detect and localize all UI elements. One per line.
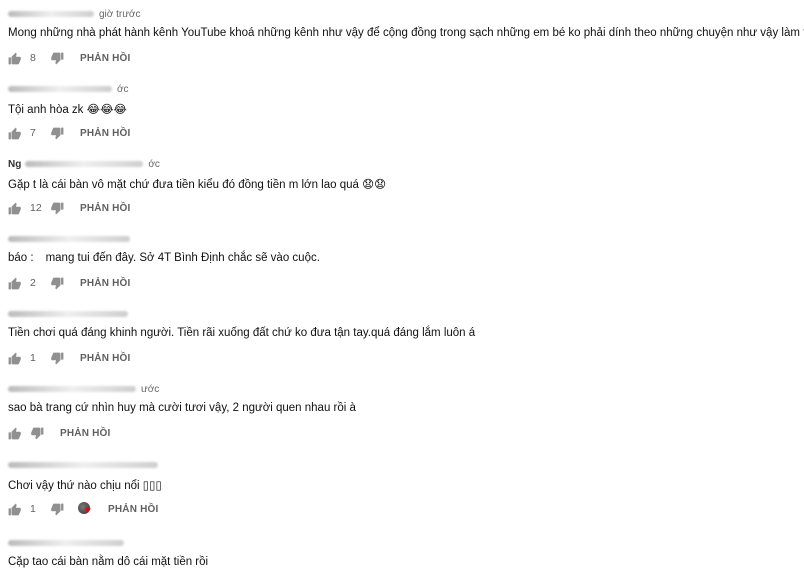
reply-button[interactable]: PHẢN HỒI xyxy=(80,203,131,214)
thumbs-down-icon[interactable] xyxy=(50,202,64,215)
comment-text-part: báo : xyxy=(8,252,34,264)
heart-icon: ♥ xyxy=(85,505,91,516)
like-count: 8 xyxy=(30,52,36,64)
comment-meta xyxy=(8,458,163,472)
comment-text: Tội anh hòa zk 😂😂😂 xyxy=(8,104,127,116)
thumbs-up-icon[interactable] xyxy=(8,352,22,365)
comment-text: Mong những nhà phát hành kênh YouTube kh… xyxy=(8,27,804,39)
blurred-author xyxy=(8,311,128,317)
thumbs-up-icon[interactable] xyxy=(8,503,22,516)
thumbs-up-icon[interactable] xyxy=(8,127,22,140)
thumbs-down-icon[interactable] xyxy=(50,352,64,365)
comment-text: Chơi vậy thứ nào chịu nổi ▯▯▯ xyxy=(8,480,162,492)
comment-meta xyxy=(8,536,129,550)
like-count: 12 xyxy=(30,202,42,214)
comment-actions: 7 PHẢN HỒI xyxy=(8,125,131,141)
blurred-author xyxy=(25,161,144,167)
comment-actions: 1 PHẢN HỒI xyxy=(8,350,131,366)
thumbs-up-icon[interactable] xyxy=(8,202,22,215)
comment-text: Gặp t là cái bàn vô mặt chứ đưa tiền kiể… xyxy=(8,179,387,191)
comment-actions: 1 ♥ PHẢN HỒI xyxy=(8,501,159,517)
comment-actions: 2 PHẢN HỒI xyxy=(8,275,131,291)
reply-button[interactable]: PHẢN HỒI xyxy=(80,353,131,364)
comment-text-part: mang tui đến đây. Sở 4T Bình Định chắc s… xyxy=(45,252,320,264)
comment-author[interactable]: Ng xyxy=(8,159,21,170)
comment-time: ớc xyxy=(117,83,129,95)
comment-text: báo : mang tui đến đây. Sở 4T Bình Định c… xyxy=(8,252,320,264)
blurred-author xyxy=(8,386,136,392)
blurred-author xyxy=(8,462,158,468)
thumbs-down-icon[interactable] xyxy=(50,127,64,140)
reply-button[interactable]: PHẢN HỒI xyxy=(108,504,159,515)
thumbs-down-icon[interactable] xyxy=(50,277,64,290)
thumbs-up-icon[interactable] xyxy=(8,427,22,440)
reply-button[interactable]: PHẢN HỒI xyxy=(80,128,131,139)
comment-actions: 8 PHẢN HỒI xyxy=(8,50,131,66)
blurred-author xyxy=(8,86,112,92)
thumbs-up-icon[interactable] xyxy=(8,52,22,65)
reply-button[interactable]: PHẢN HỒI xyxy=(80,278,131,289)
thumbs-down-icon[interactable] xyxy=(50,503,64,516)
comment-text: sao bà trang cứ nhìn huy mà cười tươi vậ… xyxy=(8,402,356,414)
blurred-author xyxy=(8,236,130,242)
like-count: 1 xyxy=(30,503,36,515)
like-count: 2 xyxy=(30,277,36,289)
creator-heart-icon: ♥ xyxy=(78,502,94,516)
comment-time: ớc xyxy=(148,158,160,170)
thumbs-up-icon[interactable] xyxy=(8,277,22,290)
comment-actions: PHẢN HỒI xyxy=(8,425,111,441)
comment-meta: ước xyxy=(8,382,159,396)
thumbs-down-icon[interactable] xyxy=(30,427,44,440)
thumbs-down-icon[interactable] xyxy=(50,52,64,65)
comment-actions: 12 PHẢN HỒI xyxy=(8,200,131,216)
comment-text: Cặp tao cái bàn nằm dô cái mặt tiền rồi xyxy=(8,556,209,568)
reply-button[interactable]: PHẢN HỒI xyxy=(80,53,131,64)
reply-button[interactable]: PHẢN HỒI xyxy=(60,428,111,439)
comment-meta: giờ trước xyxy=(8,7,140,21)
blurred-author xyxy=(8,540,124,546)
comment-text: Tiền chơi quá đáng khinh người. Tiền rãi… xyxy=(8,327,476,339)
like-count: 7 xyxy=(30,127,36,139)
comment-time: ước xyxy=(141,383,160,395)
comment-meta: Ng ớc xyxy=(8,157,160,171)
like-count: 1 xyxy=(30,352,36,364)
comment-meta xyxy=(8,307,133,321)
comment-meta xyxy=(8,232,135,246)
comment-meta: ớc xyxy=(8,82,129,96)
comment-time: giờ trước xyxy=(99,8,141,20)
blurred-author xyxy=(8,11,94,17)
